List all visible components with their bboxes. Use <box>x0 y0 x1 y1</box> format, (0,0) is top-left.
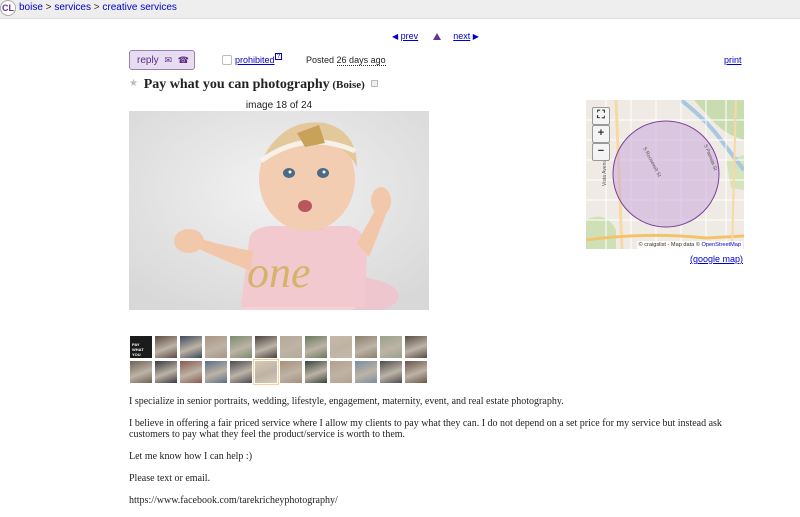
thumbnail[interactable] <box>154 360 178 384</box>
breadcrumb-category[interactable]: services <box>54 2 91 13</box>
map-attribution-text: © craigslist - Map data © <box>638 242 700 248</box>
hide-post-icon[interactable] <box>370 80 378 87</box>
reply-label: reply <box>137 55 159 66</box>
breadcrumb-separator: > <box>42 2 55 13</box>
thumbnail[interactable] <box>379 335 403 359</box>
breadcrumb-city[interactable]: boise <box>19 2 43 13</box>
help-icon[interactable]: ? <box>275 53 282 60</box>
body-paragraph: Please text or email. <box>129 473 211 484</box>
prohibited-link[interactable]: prohibited <box>235 55 275 65</box>
body-paragraph: I believe in offering a fair priced serv… <box>129 418 722 440</box>
fullscreen-icon[interactable]: ⛶ <box>592 107 610 125</box>
thumbnail[interactable] <box>304 360 328 384</box>
prev-arrow-icon[interactable]: ◀ <box>392 32 398 41</box>
thumbnail[interactable] <box>304 335 328 359</box>
post-location: (Boise) <box>332 79 365 91</box>
thumbnail-strip: PAY WHAT YOU CAN <box>129 335 429 385</box>
reply-button[interactable]: reply ✉ ☎ <box>129 50 195 70</box>
baby-photo-illustration: one <box>129 111 429 310</box>
facebook-url: https://www.facebook.com/tarekricheyphot… <box>129 495 338 506</box>
zoom-out-button[interactable]: − <box>592 143 610 161</box>
post-title: Pay what you can photography <box>143 77 330 92</box>
craigslist-logo[interactable]: CL <box>0 0 16 16</box>
breadcrumb-subcategory[interactable]: creative services <box>102 2 176 13</box>
thumbnail[interactable] <box>254 335 278 359</box>
thumbnail[interactable] <box>279 360 303 384</box>
street-label: Vista Avenue <box>602 157 608 186</box>
thumbnail[interactable] <box>179 335 203 359</box>
prev-link[interactable]: prev <box>401 31 419 41</box>
thumbnail[interactable] <box>229 335 253 359</box>
prohibited-checkbox[interactable] <box>222 55 232 65</box>
posted-date: 26 days ago <box>336 55 386 66</box>
thumbnail[interactable] <box>129 360 153 384</box>
next-link[interactable]: next <box>453 31 470 41</box>
thumbnail[interactable] <box>329 335 353 359</box>
map-widget[interactable]: Vista Avenue S Roosevelt St S Pamela St … <box>586 100 744 249</box>
posted-label: Posted <box>306 55 335 65</box>
thumbnail[interactable] <box>179 360 203 384</box>
thumbnail[interactable] <box>354 335 378 359</box>
body-paragraph: Let me know how I can help :) <box>129 451 253 462</box>
email-icon: ✉ <box>164 55 173 65</box>
image-counter: image 18 of 24 <box>245 100 313 111</box>
next-arrow-icon[interactable]: ▶ <box>473 32 479 41</box>
google-map-link[interactable]: (google map) <box>690 254 743 264</box>
thumbnail[interactable] <box>404 335 428 359</box>
thumbnail[interactable] <box>154 335 178 359</box>
post-navigation: ◀ prev next ▶ <box>392 31 479 41</box>
thumbnail[interactable] <box>279 335 303 359</box>
top-bar: CL boise > services > creative services <box>0 0 800 19</box>
thumbnail[interactable] <box>204 360 228 384</box>
favorite-star-icon[interactable]: ★ <box>129 78 138 89</box>
main-photo[interactable]: one <box>129 111 429 310</box>
thumbnail[interactable] <box>354 360 378 384</box>
thumbnail[interactable] <box>379 360 403 384</box>
breadcrumb: boise > services > creative services <box>19 2 177 13</box>
post-body: I specialize in senior portraits, weddin… <box>129 396 749 517</box>
thumbnail[interactable]: PAY WHAT YOU CAN <box>129 335 153 362</box>
print-link[interactable]: print <box>724 55 742 65</box>
thumbnail[interactable] <box>204 335 228 359</box>
thumbnail[interactable] <box>229 360 253 384</box>
breadcrumb-separator: > <box>91 2 103 13</box>
shirt-lettering: one <box>247 248 311 297</box>
thumbnail[interactable] <box>404 360 428 384</box>
posted-info: Posted 26 days ago <box>306 55 386 66</box>
thumbnail[interactable] <box>329 360 353 384</box>
thumbnail[interactable] <box>253 359 279 385</box>
openstreetmap-link[interactable]: OpenStreetMap <box>702 242 742 248</box>
phone-icon: ☎ <box>177 55 190 65</box>
post-title-row: ★ Pay what you can photography (Boise) <box>129 77 378 93</box>
map-attribution: © craigslist - Map data © OpenStreetMap <box>636 241 743 249</box>
zoom-in-button[interactable]: + <box>592 125 610 143</box>
up-arrow-icon[interactable] <box>432 33 441 40</box>
body-paragraph: I specialize in senior portraits, weddin… <box>129 396 564 407</box>
